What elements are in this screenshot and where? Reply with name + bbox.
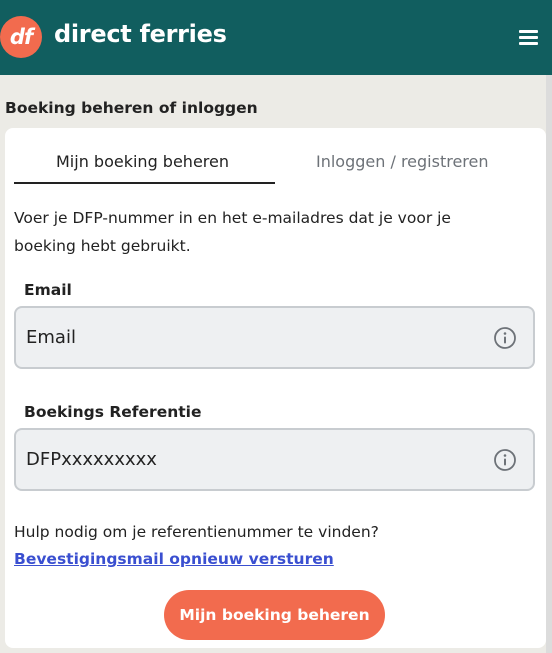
email-label: Email: [24, 281, 72, 299]
manage-booking-button[interactable]: Mijn boeking beheren: [164, 590, 385, 640]
hamburger-menu-icon[interactable]: [514, 26, 544, 50]
brand-name[interactable]: direct ferries: [54, 20, 227, 48]
section-title: Boeking beheren of inloggen: [5, 99, 258, 117]
logo-text: df: [9, 25, 33, 49]
resend-confirmation-link[interactable]: Bevestigingsmail opnieuw versturen: [14, 550, 334, 568]
reference-label: Boekings Referentie: [24, 403, 202, 421]
tab-manage-booking[interactable]: Mijn boeking beheren: [56, 152, 229, 171]
email-field[interactable]: [26, 308, 486, 367]
help-text: Hulp nodig om je referentienummer te vin…: [14, 523, 379, 541]
scrollbar[interactable]: [546, 75, 552, 653]
active-tab-indicator: [14, 182, 275, 184]
email-field-container: [14, 306, 535, 369]
reference-field-container: [14, 428, 535, 491]
booking-reference-field[interactable]: [26, 430, 486, 489]
app-header: df direct ferries: [0, 0, 552, 75]
tab-login-register[interactable]: Inloggen / registreren: [316, 152, 489, 171]
info-icon[interactable]: [493, 448, 517, 472]
intro-text: Voer je DFP-nummer in en het e-mailadres…: [14, 209, 451, 255]
info-icon[interactable]: [493, 326, 517, 350]
logo[interactable]: df: [0, 16, 42, 58]
